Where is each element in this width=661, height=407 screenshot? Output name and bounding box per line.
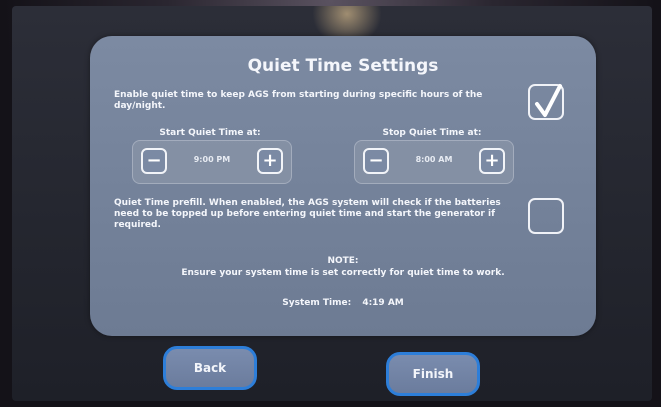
quiet-time-prefill-text: Quiet Time prefill. When enabled, the AG… xyxy=(114,198,501,230)
system-time-value: 4:19 AM xyxy=(362,298,404,308)
quiet-time-prefill-checkbox[interactable] xyxy=(528,198,564,234)
finish-button[interactable]: Finish xyxy=(386,352,480,396)
stop-time-decrement-button[interactable]: − xyxy=(363,148,389,174)
stop-time-value: 8:00 AM xyxy=(415,155,453,164)
checkmark-icon xyxy=(535,84,562,117)
back-button[interactable]: Back xyxy=(163,346,257,390)
enable-quiet-time-checkbox[interactable] xyxy=(528,84,564,120)
dialog-title: Quiet Time Settings xyxy=(247,56,439,76)
system-time-row: System Time: 4:19 AM xyxy=(90,298,596,308)
start-time-increment-button[interactable]: + xyxy=(257,148,283,174)
start-time-value: 9:00 PM xyxy=(193,155,231,164)
note-text: Ensure your system time is set correctly… xyxy=(181,268,505,278)
stop-time-increment-button[interactable]: + xyxy=(479,148,505,174)
device-screen: Quiet Time Settings Enable quiet time to… xyxy=(12,6,652,401)
start-time-stepper: − 9:00 PM + xyxy=(132,140,292,184)
quiet-time-dialog: Quiet Time Settings Enable quiet time to… xyxy=(90,36,596,336)
stop-time-stepper: − 8:00 AM + xyxy=(354,140,514,184)
system-time-label: System Time: xyxy=(282,298,352,308)
start-quiet-time-label: Start Quiet Time at: xyxy=(159,128,261,138)
start-time-decrement-button[interactable]: − xyxy=(141,148,167,174)
note-heading: NOTE: xyxy=(327,256,359,266)
enable-quiet-time-text: Enable quiet time to keep AGS from start… xyxy=(114,90,483,111)
stop-quiet-time-label: Stop Quiet Time at: xyxy=(382,128,482,138)
